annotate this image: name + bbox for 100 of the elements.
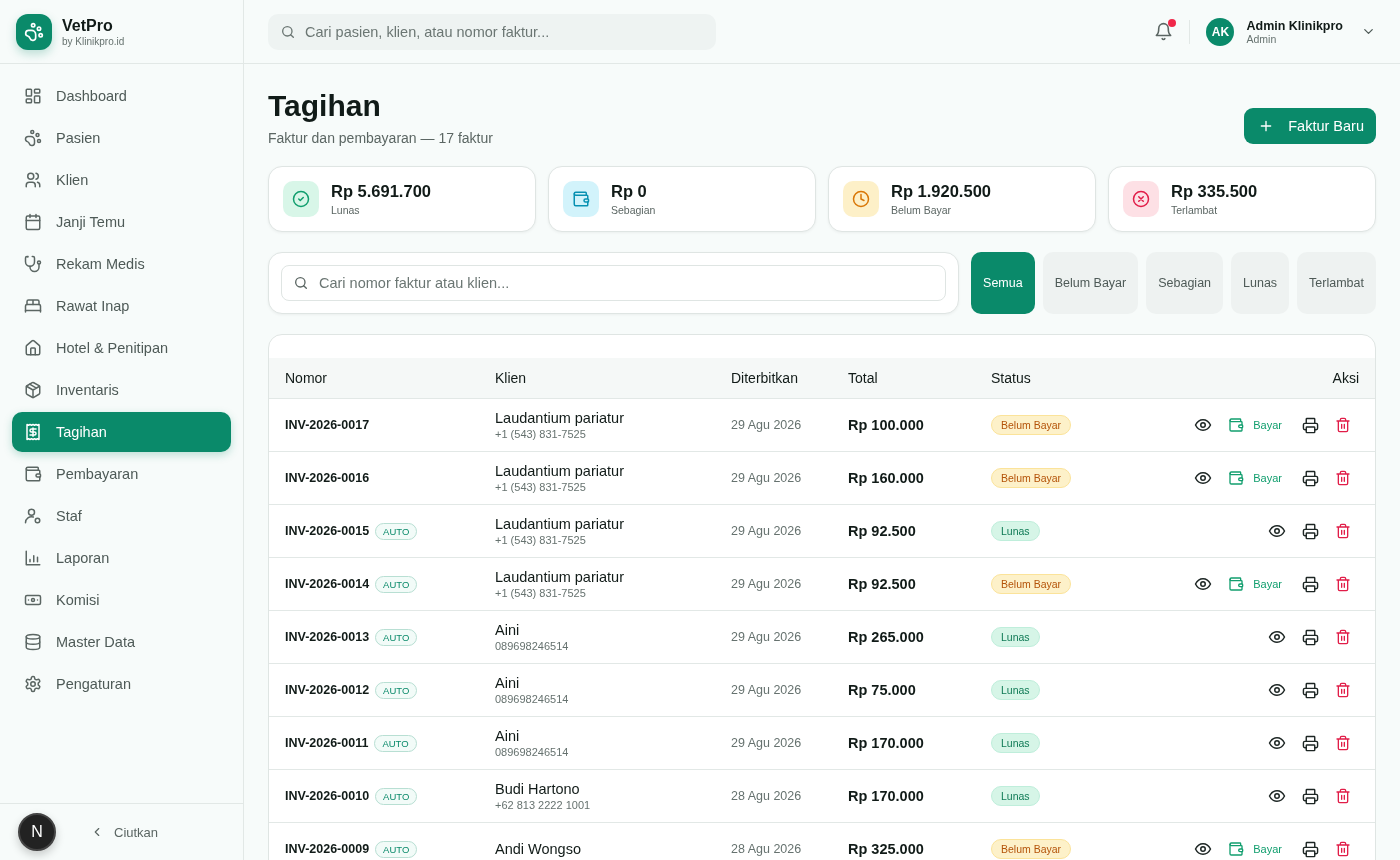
sidebar-item[interactable]: Rekam Medis: [12, 244, 231, 284]
settings-icon: [24, 675, 42, 693]
view-eye-icon[interactable]: [1268, 734, 1286, 752]
sidebar-item[interactable]: Inventaris: [12, 370, 231, 410]
sidebar-item[interactable]: Komisi: [12, 580, 231, 620]
pay-button[interactable]: Bayar: [1228, 576, 1286, 592]
client-name: Aini: [495, 675, 520, 691]
delete-trash-icon[interactable]: [1335, 470, 1351, 486]
delete-trash-icon[interactable]: [1335, 735, 1351, 751]
column-header: Status: [991, 370, 1031, 386]
sidebar-item[interactable]: Rawat Inap: [12, 286, 231, 326]
wallet-icon: [1228, 841, 1245, 857]
client-name: Laudantium pariatur: [495, 410, 624, 426]
paw-icon: [24, 129, 42, 147]
delete-trash-icon[interactable]: [1335, 682, 1351, 698]
sidebar-item[interactable]: Janji Temu: [12, 202, 231, 242]
wallet-icon: [1228, 576, 1245, 592]
issue-date: 29 Agu 2026: [731, 471, 802, 485]
view-eye-icon[interactable]: [1194, 416, 1213, 434]
user-avatar[interactable]: AK: [1206, 17, 1235, 46]
filter-tab[interactable]: Belum Bayar: [1042, 252, 1139, 314]
issue-date: 29 Agu 2026: [731, 418, 802, 432]
status-badge: Lunas: [991, 521, 1040, 541]
stethoscope-icon: [24, 255, 42, 273]
delete-trash-icon[interactable]: [1335, 523, 1351, 539]
client-phone: +1 (543) 831-7525: [495, 481, 586, 493]
view-eye-icon[interactable]: [1268, 681, 1286, 699]
client-phone: 089698246514: [495, 640, 569, 652]
sidebar-item[interactable]: Pasien: [12, 118, 231, 158]
search-field[interactable]: Cari pasien, klien, atau nomor faktur...: [268, 13, 716, 50]
printer-icon[interactable]: [1302, 840, 1319, 858]
house-icon: [24, 339, 42, 357]
invoice-number: INV-2026-0017: [285, 418, 370, 432]
issue-date: 29 Agu 2026: [731, 524, 802, 538]
database-icon: [24, 633, 42, 651]
printer-icon[interactable]: [1302, 522, 1319, 540]
client-phone: 089698246514: [495, 693, 569, 705]
sidebar-item[interactable]: Master Data: [12, 622, 231, 662]
client-name: Aini: [495, 728, 520, 744]
view-eye-icon[interactable]: [1268, 628, 1286, 646]
issue-date: 29 Agu 2026: [731, 577, 802, 591]
x-circle-icon: [1132, 190, 1150, 208]
sidebar-item[interactable]: Dashboard: [12, 76, 231, 116]
sidebar-item[interactable]: Klien: [12, 160, 231, 200]
delete-trash-icon[interactable]: [1335, 417, 1351, 433]
view-eye-icon[interactable]: [1268, 522, 1286, 540]
auto-tag: AUTO: [375, 681, 418, 699]
printer-icon[interactable]: [1302, 734, 1319, 752]
wallet-icon: [1228, 417, 1245, 433]
view-eye-icon[interactable]: [1194, 469, 1213, 487]
issue-date: 28 Agu 2026: [731, 842, 802, 856]
filter-tab[interactable]: Semua: [971, 252, 1035, 314]
column-header: Klien: [495, 370, 528, 386]
pay-button[interactable]: Bayar: [1228, 470, 1286, 486]
sidebar-item[interactable]: Tagihan: [12, 412, 231, 452]
printer-icon[interactable]: [1302, 628, 1319, 646]
check-circle-icon: [292, 190, 310, 208]
client-name: Laudantium pariatur: [495, 516, 624, 532]
sidebar-item[interactable]: Staf: [12, 496, 231, 536]
printer-icon[interactable]: [1302, 681, 1319, 699]
client-phone: 089698246514: [495, 746, 569, 758]
filter-tab[interactable]: Terlambat: [1297, 252, 1376, 314]
collapse-button[interactable]: Ciutkan: [90, 824, 159, 840]
auto-tag: AUTO: [375, 840, 418, 858]
filter-tab[interactable]: Sebagian: [1146, 252, 1224, 314]
printer-icon[interactable]: [1302, 575, 1319, 593]
dashboard-icon: [24, 87, 42, 105]
delete-trash-icon[interactable]: [1335, 788, 1351, 804]
invoice-number: INV-2026-0013: [285, 630, 370, 644]
auto-tag: AUTO: [375, 787, 418, 805]
new-invoice-button[interactable]: Faktur Baru: [1244, 108, 1376, 144]
paw-icon: [24, 21, 44, 42]
invoice-total: Rp 92.500: [848, 576, 916, 592]
view-eye-icon[interactable]: [1194, 840, 1213, 858]
sidebar-item[interactable]: Hotel & Penitipan: [12, 328, 231, 368]
invoice-total: Rp 170.000: [848, 788, 924, 804]
delete-trash-icon[interactable]: [1335, 576, 1351, 592]
sidebar-item[interactable]: Pengaturan: [12, 664, 231, 704]
stat-label: Terlambat: [1171, 204, 1219, 216]
dev-badge[interactable]: N: [18, 813, 56, 851]
search-field[interactable]: Cari nomor faktur atau klien...: [281, 265, 947, 301]
sidebar-item[interactable]: Pembayaran: [12, 454, 231, 494]
pay-button[interactable]: Bayar: [1228, 417, 1286, 433]
printer-icon[interactable]: [1302, 416, 1319, 434]
view-eye-icon[interactable]: [1194, 575, 1213, 593]
pay-button[interactable]: Bayar: [1228, 841, 1286, 857]
filter-tab[interactable]: Lunas: [1231, 252, 1290, 314]
receipt-icon: [24, 423, 42, 441]
view-eye-icon[interactable]: [1268, 787, 1286, 805]
sidebar-item[interactable]: Laporan: [12, 538, 231, 578]
invoice-total: Rp 325.000: [848, 841, 924, 857]
auto-tag: AUTO: [375, 628, 418, 646]
client-name: Budi Hartono: [495, 781, 580, 797]
printer-icon[interactable]: [1302, 469, 1319, 487]
delete-trash-icon[interactable]: [1335, 841, 1351, 857]
printer-icon[interactable]: [1302, 787, 1319, 805]
delete-trash-icon[interactable]: [1335, 629, 1351, 645]
issue-date: 28 Agu 2026: [731, 789, 802, 803]
bell-icon[interactable]: [1154, 22, 1174, 41]
invoice-number: INV-2026-0010: [285, 789, 370, 803]
